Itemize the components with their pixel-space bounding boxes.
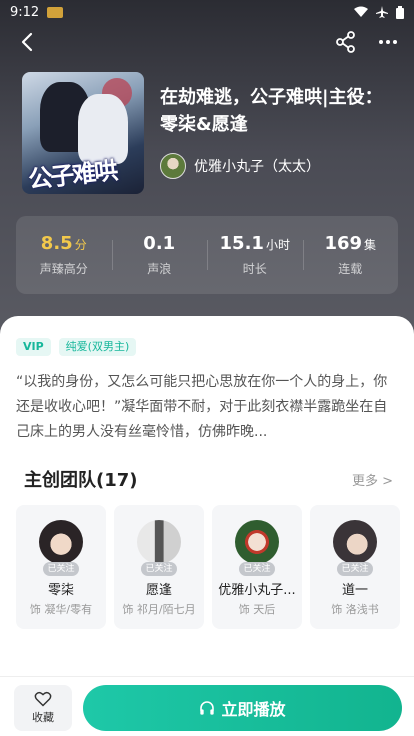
- team-member-card[interactable]: 已关注 优雅小丸子... 饰 天后: [212, 505, 302, 629]
- favorite-label: 收藏: [32, 711, 54, 724]
- member-name: 零柒: [47, 583, 74, 598]
- stat-wave: 0.1 声浪: [111, 216, 208, 294]
- member-name: 优雅小丸子...: [218, 583, 296, 598]
- stat-label: 声浪: [147, 262, 172, 276]
- stat-label: 时长: [242, 262, 267, 276]
- member-avatar: [137, 520, 181, 564]
- genre-tag[interactable]: 纯爱(双男主): [58, 338, 137, 356]
- book-title: 在劫难逃，公子难哄|主役：零柒&愿逢: [160, 87, 383, 135]
- status-time: 9:12: [10, 4, 40, 20]
- member-role: 饰 祁月/陌七月: [122, 603, 196, 616]
- tag-list: VIP 纯爱(双男主): [16, 338, 137, 356]
- team-member-card[interactable]: 已关注 道一 饰 洛浅书: [310, 505, 400, 629]
- team-card-list: 已关注 零柒 饰 凝华/零有 已关注 愿逢 饰 祁月/陌七月 已关注 优雅小丸子…: [16, 505, 400, 629]
- stat-episodes: 169 集 连载: [302, 216, 399, 294]
- stat-label: 连载: [338, 262, 363, 276]
- book-description[interactable]: “以我的身份，又怎么可能只把心思放在你一个人的身上，你还是收收心吧！”凝华面带不…: [16, 370, 398, 445]
- member-avatar: [235, 520, 279, 564]
- stat-score: 8.5 分 声臻高分: [16, 216, 112, 294]
- bottom-action-bar: 收藏 立即播放: [0, 676, 414, 736]
- cover-title-art: 公子难哄: [26, 155, 118, 194]
- team-member-card[interactable]: 已关注 零柒 饰 凝华/零有: [16, 505, 106, 629]
- member-avatar: [333, 520, 377, 564]
- app-notification-icon: [47, 6, 64, 18]
- stat-value: 15.1 小时: [219, 233, 290, 254]
- status-bar: 9:12: [0, 0, 414, 24]
- member-name: 愿逢: [145, 583, 172, 598]
- stat-value: 0.1: [143, 233, 176, 254]
- team-member-card[interactable]: 已关注 愿逢 饰 祁月/陌七月: [114, 505, 204, 629]
- author-avatar: [160, 153, 186, 179]
- stat-value: 169 集: [324, 233, 377, 254]
- author-row[interactable]: 优雅小丸子（太太）: [160, 153, 320, 179]
- play-now-button[interactable]: 立即播放: [83, 685, 402, 731]
- share-icon[interactable]: [334, 30, 358, 54]
- stat-label: 声臻高分: [39, 262, 88, 276]
- detail-sheet: VIP 纯爱(双男主) “以我的身份，又怎么可能只把心思放在你一个人的身上，你还…: [0, 316, 414, 736]
- followed-badge: 已关注: [141, 562, 177, 576]
- nav-bar: [0, 28, 414, 58]
- member-role: 饰 天后: [238, 603, 276, 616]
- member-name: 道一: [341, 583, 368, 598]
- wifi-icon: [354, 6, 368, 17]
- member-avatar: [39, 520, 83, 564]
- team-more-link[interactable]: 更多 >: [352, 470, 393, 489]
- vip-tag: VIP: [16, 338, 51, 356]
- headphones-icon: [200, 701, 215, 715]
- favorite-button[interactable]: 收藏: [14, 685, 72, 731]
- hero-header: 9:12 公子难哄 在劫难逃，公子难哄|主役：零柒&愿逢 优雅小丸子（太太） 8…: [0, 0, 414, 340]
- stats-panel: 8.5 分 声臻高分 0.1 声浪 15.1 小时 时长 169 集 连载: [16, 216, 398, 294]
- followed-badge: 已关注: [239, 562, 275, 576]
- team-section-title: 主创团队(17): [24, 470, 138, 491]
- stat-value: 8.5 分: [40, 233, 87, 254]
- heart-icon: [34, 691, 52, 707]
- more-options-icon[interactable]: [376, 30, 400, 54]
- airplane-icon: [376, 6, 388, 18]
- book-cover[interactable]: 公子难哄: [22, 72, 144, 194]
- followed-badge: 已关注: [43, 562, 79, 576]
- play-now-label: 立即播放: [221, 700, 286, 719]
- back-arrow-icon[interactable]: [16, 30, 40, 54]
- author-name: 优雅小丸子（太太）: [194, 159, 320, 175]
- status-icons: [354, 5, 404, 19]
- member-role: 饰 凝华/零有: [29, 603, 93, 616]
- followed-badge: 已关注: [337, 562, 373, 576]
- stat-duration: 15.1 小时 时长: [207, 216, 303, 294]
- battery-icon: [396, 5, 404, 19]
- member-role: 饰 洛浅书: [331, 603, 379, 616]
